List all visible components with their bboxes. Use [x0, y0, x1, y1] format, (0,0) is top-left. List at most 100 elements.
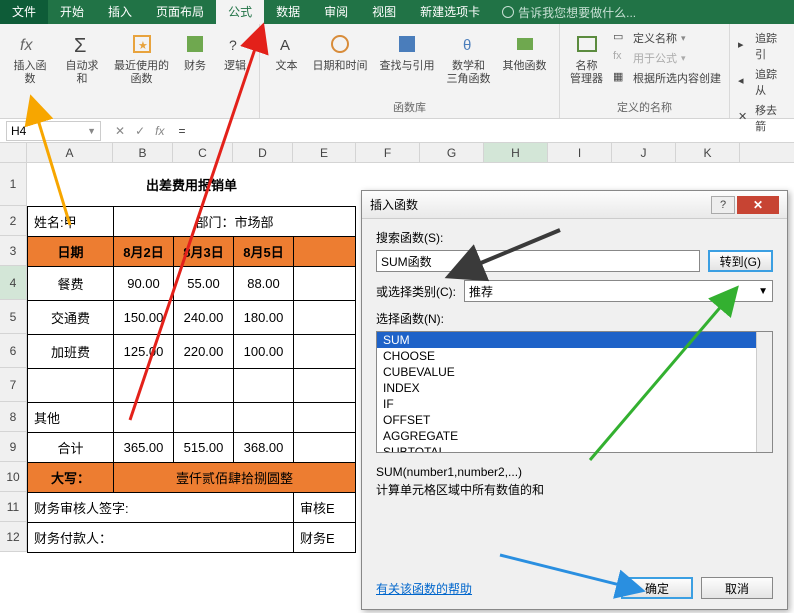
col-I[interactable]: I: [548, 143, 612, 162]
tab-view[interactable]: 视图: [360, 0, 408, 24]
text-button[interactable]: A 文本: [267, 26, 307, 77]
dialog-titlebar[interactable]: 插入函数 ? ✕: [362, 191, 787, 219]
trans-4[interactable]: [294, 300, 356, 334]
cancel-button[interactable]: 取消: [701, 577, 773, 599]
col-K[interactable]: K: [676, 143, 740, 162]
row-7[interactable]: 7: [0, 368, 27, 402]
lookup-button[interactable]: 查找与引用: [374, 26, 441, 77]
row-other-lbl[interactable]: 其他: [28, 402, 114, 432]
trans-2[interactable]: 240.00: [174, 300, 234, 334]
finance-button[interactable]: 财务: [175, 26, 215, 77]
scrollbar[interactable]: [756, 332, 772, 452]
row-9[interactable]: 9: [0, 432, 27, 462]
meal-1[interactable]: 90.00: [114, 266, 174, 300]
meal-4[interactable]: [294, 266, 356, 300]
row-11[interactable]: 11: [0, 492, 27, 522]
close-button[interactable]: ✕: [737, 196, 779, 214]
list-item[interactable]: INDEX: [377, 380, 772, 396]
col-G[interactable]: G: [420, 143, 484, 162]
list-item[interactable]: SUBTOTAL: [377, 444, 772, 453]
insert-function-button[interactable]: fx 插入函数: [4, 26, 56, 90]
row-6[interactable]: 6: [0, 334, 27, 368]
row-12[interactable]: 12: [0, 522, 27, 552]
help-link[interactable]: 有关该函数的帮助: [376, 580, 472, 597]
tab-data[interactable]: 数据: [264, 0, 312, 24]
row-meal-lbl[interactable]: 餐费: [28, 266, 114, 300]
sign2[interactable]: 财务付款人：: [28, 522, 294, 552]
recent-button[interactable]: ★ 最近使用的 函数: [108, 26, 175, 90]
list-item[interactable]: SUM: [377, 332, 772, 348]
dept-cell[interactable]: 部门：市场部: [114, 206, 356, 236]
total-2[interactable]: 515.00: [174, 432, 234, 462]
tab-layout[interactable]: 页面布局: [144, 0, 216, 24]
autosum-button[interactable]: Σ 自动求和: [56, 26, 108, 90]
tab-newtab[interactable]: 新建选项卡: [408, 0, 492, 24]
sign1[interactable]: 财务审核人签字:: [28, 492, 294, 522]
accept-formula-icon[interactable]: ✓: [135, 124, 145, 138]
name-cell[interactable]: 姓名:甲: [28, 206, 114, 236]
row-2[interactable]: 2: [0, 206, 27, 236]
ot-1[interactable]: 125.00: [114, 334, 174, 368]
chevron-down-icon[interactable]: ▼: [87, 126, 96, 136]
define-name-button[interactable]: ▭定义名称▾: [609, 28, 725, 48]
list-item[interactable]: CHOOSE: [377, 348, 772, 364]
total-3[interactable]: 368.00: [234, 432, 294, 462]
col-E[interactable]: E: [293, 143, 356, 162]
row-4[interactable]: 4: [0, 266, 27, 300]
row-8[interactable]: 8: [0, 402, 27, 432]
tab-file[interactable]: 文件: [0, 0, 48, 24]
name-manager-button[interactable]: 名称 管理器: [564, 26, 609, 90]
math-button[interactable]: θ 数学和 三角函数: [441, 26, 497, 90]
row-ot-lbl[interactable]: 加班费: [28, 334, 114, 368]
trace-dependents-button[interactable]: ◂追踪从: [734, 64, 786, 100]
ot-3[interactable]: 100.00: [234, 334, 294, 368]
row-trans-lbl[interactable]: 交通费: [28, 300, 114, 334]
other-fn-button[interactable]: 其他函数: [497, 26, 553, 77]
list-item[interactable]: OFFSET: [377, 412, 772, 428]
list-item[interactable]: IF: [377, 396, 772, 412]
tab-insert[interactable]: 插入: [96, 0, 144, 24]
ot-4[interactable]: [294, 334, 356, 368]
col-J[interactable]: J: [612, 143, 676, 162]
row-10[interactable]: 10: [0, 462, 27, 492]
tell-me[interactable]: 告诉我您想要做什么...: [502, 4, 636, 21]
col-F[interactable]: F: [356, 143, 420, 162]
col-D[interactable]: D: [233, 143, 293, 162]
create-from-sel-button[interactable]: ▦根据所选内容创建: [609, 68, 725, 88]
search-input[interactable]: [376, 250, 700, 272]
list-item[interactable]: CUBEVALUE: [377, 364, 772, 380]
row-blank[interactable]: [28, 368, 114, 402]
name-box[interactable]: H4 ▼: [6, 121, 101, 141]
tab-review[interactable]: 审阅: [312, 0, 360, 24]
list-item[interactable]: AGGREGATE: [377, 428, 772, 444]
goto-button[interactable]: 转到(G): [708, 250, 773, 272]
tab-formula[interactable]: 公式: [216, 0, 264, 24]
upper-lbl[interactable]: 大写：: [28, 462, 114, 492]
row-total-lbl[interactable]: 合计: [28, 432, 114, 462]
total-4[interactable]: [294, 432, 356, 462]
ok-button[interactable]: 确定: [621, 577, 693, 599]
formula-input[interactable]: =: [172, 124, 794, 138]
cancel-formula-icon[interactable]: ✕: [115, 124, 125, 138]
total-1[interactable]: 365.00: [114, 432, 174, 462]
trans-3[interactable]: 180.00: [234, 300, 294, 334]
tab-home[interactable]: 开始: [48, 0, 96, 24]
function-list[interactable]: SUM CHOOSE CUBEVALUE INDEX IF OFFSET AGG…: [376, 331, 773, 453]
use-formula-button[interactable]: fx用于公式▾: [609, 48, 725, 68]
row-5[interactable]: 5: [0, 300, 27, 334]
upper-val[interactable]: 壹仟贰佰肆拾捌圆整: [114, 462, 356, 492]
trace-precedents-button[interactable]: ▸追踪引: [734, 28, 786, 64]
col-B[interactable]: B: [113, 143, 173, 162]
col-C[interactable]: C: [173, 143, 233, 162]
fx-bar-icon[interactable]: fx: [155, 124, 164, 138]
row-3[interactable]: 3: [0, 236, 27, 266]
sign2b[interactable]: 财务E: [294, 522, 356, 552]
help-button[interactable]: ?: [711, 196, 735, 214]
sign1b[interactable]: 审核E: [294, 492, 356, 522]
col-A[interactable]: A: [27, 143, 113, 162]
ot-2[interactable]: 220.00: [174, 334, 234, 368]
logic-button[interactable]: ? 逻辑: [215, 26, 255, 77]
meal-2[interactable]: 55.00: [174, 266, 234, 300]
col-H[interactable]: H: [484, 143, 548, 162]
meal-3[interactable]: 88.00: [234, 266, 294, 300]
